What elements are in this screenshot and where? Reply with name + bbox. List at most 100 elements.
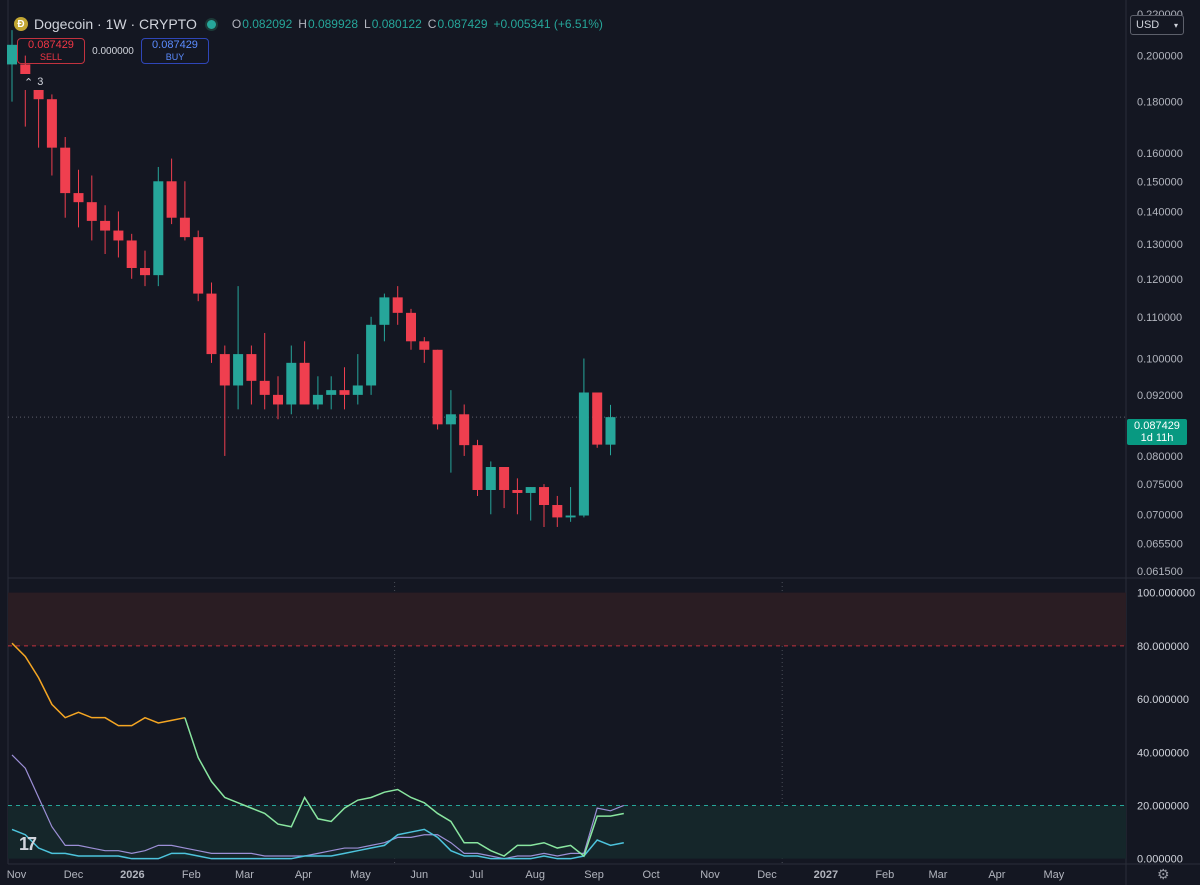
time-tick-label: Oct (643, 869, 660, 881)
candle (299, 341, 310, 405)
candle (86, 175, 97, 241)
candle-body (592, 392, 603, 445)
chevron-up-icon: ⌃ (24, 76, 34, 89)
time-tick-label: 2026 (120, 869, 144, 881)
candle (20, 55, 31, 127)
time-tick-label: Jul (469, 869, 483, 881)
candle-body (193, 237, 204, 294)
sell-price: 0.087429 (28, 39, 74, 51)
candle-body (273, 394, 283, 405)
candle (445, 390, 456, 473)
candle (472, 439, 483, 496)
open-label: O (231, 17, 242, 31)
candle (46, 94, 57, 176)
candle-body (366, 324, 377, 386)
candle-body (565, 515, 576, 518)
candle (100, 205, 111, 255)
candle (246, 345, 257, 405)
candle-body (578, 392, 589, 516)
candle-body (406, 312, 416, 342)
candle (592, 392, 603, 448)
candle (140, 250, 150, 287)
candle-body (472, 445, 483, 490)
candle-body (299, 362, 310, 405)
candle (512, 478, 523, 515)
candle-body (60, 147, 71, 194)
time-tick-label: May (350, 869, 371, 881)
candle-body (312, 394, 323, 405)
bar-countdown: 1d 11h (1140, 432, 1174, 444)
candle-body (499, 466, 510, 490)
chart-canvas[interactable]: 0.2200000.2000000.1800000.1600000.150000… (0, 0, 1200, 885)
candle-body (286, 362, 297, 405)
high-value: 0.089928 (307, 17, 359, 31)
time-tick-label: Apr (988, 869, 1005, 881)
market-open-icon (206, 19, 216, 29)
indicator-collapse-toggle[interactable]: ⌃ 3 (20, 74, 48, 90)
price-tick-label: 0.200000 (1137, 51, 1183, 63)
candle (326, 376, 337, 410)
last-price-badge: 0.087429 1d 11h (1127, 419, 1187, 445)
candle-body (113, 230, 124, 241)
candle (153, 166, 164, 287)
candle-body (46, 99, 57, 148)
high-label: H (298, 17, 307, 31)
candle-body (7, 44, 17, 65)
candle (233, 286, 244, 410)
dogecoin-icon: Ð (14, 17, 28, 31)
tradingview-logo[interactable]: 17 (19, 834, 37, 855)
candle (539, 484, 549, 527)
candle (206, 282, 217, 363)
candle (259, 332, 270, 410)
candle (499, 466, 510, 509)
price-tick-label: 0.075000 (1137, 479, 1183, 491)
price-tick-label: 0.100000 (1137, 353, 1183, 365)
candle-body (605, 417, 616, 445)
price-axis[interactable]: 0.2200000.2000000.1800000.1600000.150000… (1137, 9, 1183, 578)
candle (219, 345, 230, 456)
time-tick-label: Feb (182, 869, 201, 881)
candle (60, 137, 71, 218)
price-tick-label: 0.130000 (1137, 239, 1183, 251)
candle (459, 404, 470, 456)
last-price-value: 0.087429 (1134, 420, 1180, 432)
candle (113, 211, 124, 258)
time-tick-label: Dec (64, 869, 84, 881)
candle (379, 293, 390, 342)
time-tick-label: Feb (875, 869, 894, 881)
candle (406, 308, 416, 350)
oscillator-tick-label: 80.000000 (1137, 641, 1189, 653)
low-label: L (364, 17, 371, 31)
buy-button[interactable]: 0.087429 BUY (141, 38, 209, 64)
oscillator-axis[interactable]: 100.000000 80.000000 60.000000 40.000000 20.… (1137, 588, 1195, 866)
candle-body (86, 202, 97, 221)
candle (179, 181, 190, 241)
price-tick-label: 0.140000 (1137, 206, 1183, 218)
change-value: +0.005341 (+6.51%) (493, 17, 603, 31)
time-tick-label: Dec (757, 869, 777, 881)
currency-select[interactable]: USD ▾ (1130, 15, 1184, 35)
price-tick-label: 0.092000 (1137, 390, 1183, 402)
time-tick-label: Sep (584, 869, 604, 881)
time-axis[interactable]: Nov Dec 2026 Feb Mar Apr May Jun Jul Aug Sep Oct Nov… (7, 869, 1065, 881)
candle (339, 367, 350, 410)
candlestick-series (7, 30, 616, 527)
time-tick-label: Mar (929, 869, 948, 881)
candle-body (339, 390, 350, 395)
buy-price: 0.087429 (152, 39, 198, 51)
candle-body (246, 354, 257, 381)
candle (312, 376, 323, 410)
symbol-title[interactable]: Dogecoin · 1W · CRYPTO (34, 16, 197, 32)
time-tick-label: Mar (235, 869, 254, 881)
stochastic-bands (8, 592, 1126, 859)
gear-icon[interactable]: ⚙ (1157, 866, 1170, 883)
candle-body (379, 297, 390, 325)
candle-body (166, 181, 177, 218)
time-tick-label: Aug (525, 869, 545, 881)
candle (485, 461, 496, 515)
candle-body (419, 341, 430, 350)
sell-button[interactable]: 0.087429 SELL (17, 38, 85, 64)
price-tick-label: 0.180000 (1137, 97, 1183, 109)
sell-label: SELL (39, 52, 63, 62)
oscillator-tick-label: 40.000000 (1137, 747, 1189, 759)
